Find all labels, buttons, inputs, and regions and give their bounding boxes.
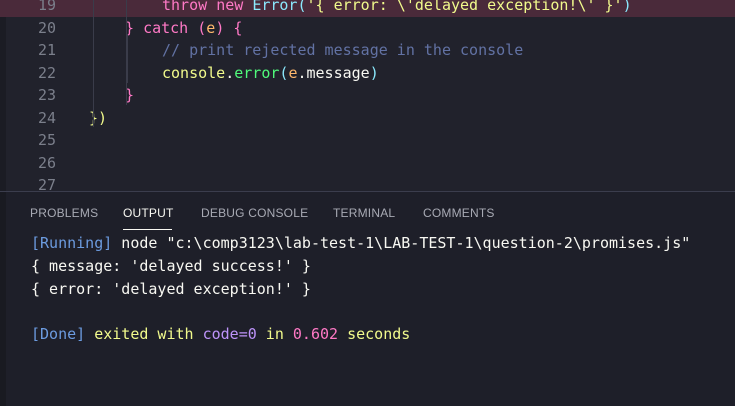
line-number: 24 (37, 108, 56, 127)
code-line[interactable]: 19 throw new Error('{ error: \'delayed ex… (0, 0, 735, 17)
code-token: ) (215, 18, 225, 37)
tab-terminal[interactable]: TERMINAL (333, 206, 395, 220)
code-line[interactable]: 22 console.error(e.message) (0, 62, 735, 85)
code-token: catch (143, 18, 189, 37)
code-line[interactable]: 27 (0, 174, 735, 191)
code-token: { (233, 18, 243, 37)
code-text: }) (89, 107, 107, 130)
code-text: } catch (e) { (125, 17, 242, 40)
code-token: throw (162, 0, 208, 14)
code-editor[interactable]: 19 throw new Error('{ error: \'delayed ex… (0, 0, 735, 191)
done-text: seconds (338, 325, 411, 343)
code-token: message (306, 63, 370, 82)
code-line[interactable]: 25 (0, 129, 735, 152)
line-number: 22 (37, 63, 56, 82)
line-number: 23 (37, 86, 56, 104)
done-text: exited with (85, 325, 203, 343)
output-line-running: [Running] node "c:\comp3123\lab-test-1\L… (31, 233, 690, 253)
output-line: { message: 'delayed success!' } (31, 257, 311, 275)
bottom-panel: PROBLEMS OUTPUT DEBUG CONSOLE TERMINAL C… (0, 192, 735, 406)
active-tab-indicator (123, 229, 172, 230)
indent-guide (127, 34, 128, 83)
code-token: '{ error: \'delayed exception!\' }' (306, 0, 623, 14)
line-number: 27 (37, 176, 56, 191)
code-text: console.error(e.message) (162, 62, 379, 85)
output-line-done: [Done] exited with code=0 in 0.602 secon… (31, 324, 410, 344)
code-token: ( (297, 0, 307, 14)
code-token: error (234, 63, 280, 82)
code-token: ) (369, 63, 379, 82)
code-token: // print rejected message in the console (162, 41, 524, 59)
tab-problems[interactable]: PROBLEMS (30, 206, 98, 220)
done-text: in (256, 325, 293, 343)
code-token: . (297, 63, 307, 82)
tab-output[interactable]: OUTPUT (123, 206, 174, 220)
code-token: ) (622, 0, 632, 14)
line-number: 26 (37, 153, 56, 172)
code-token: Error (252, 0, 298, 14)
output-line: { error: 'delayed exception!' } (31, 280, 311, 298)
run-command: node "c:\comp3123\lab-test-1\LAB-TEST-1\… (112, 234, 691, 252)
code-text: // print rejected message in the console (162, 39, 523, 62)
code-token: console (162, 63, 226, 82)
code-line[interactable]: 21 // print rejected message in the conso… (0, 39, 735, 62)
elapsed-time: 0.602 (292, 325, 339, 343)
line-number: 21 (37, 41, 56, 59)
code-token: . (225, 63, 235, 82)
done-tag: [Done] (31, 325, 86, 343)
indent-guide (93, 0, 94, 127)
code-line[interactable]: 23} (0, 84, 735, 107)
running-tag: [Running] (31, 234, 113, 252)
line-number: 25 (37, 131, 56, 149)
line-number: 20 (37, 18, 56, 37)
code-token: new (216, 0, 244, 14)
code-line[interactable]: 26 (0, 152, 735, 175)
exit-code: code=0 (202, 325, 257, 343)
code-token: e (206, 18, 216, 37)
tab-debug-console[interactable]: DEBUG CONSOLE (201, 206, 308, 220)
panel-tabs: PROBLEMS OUTPUT DEBUG CONSOLE TERMINAL C… (0, 192, 735, 234)
code-text: throw new Error('{ error: \'delayed exce… (162, 0, 632, 17)
line-number: 19 (37, 0, 56, 14)
tab-comments[interactable]: COMMENTS (423, 206, 495, 220)
code-line[interactable]: 20 } catch (e) { (0, 17, 735, 40)
code-token: ( (197, 18, 207, 37)
code-token: }) (89, 108, 108, 127)
code-line[interactable]: 24}) (0, 107, 735, 130)
